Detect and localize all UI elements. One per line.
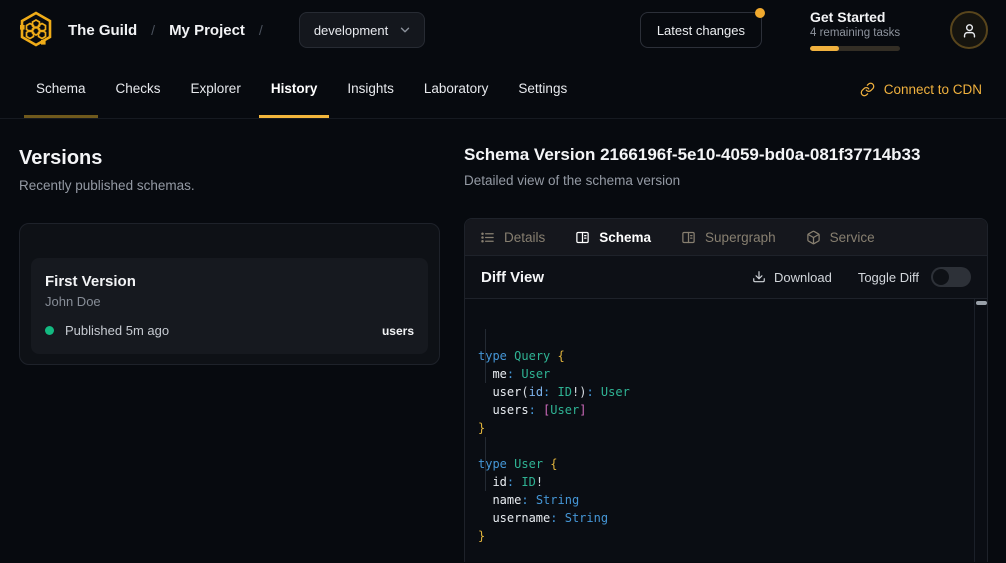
- connect-to-cdn-label: Connect to CDN: [884, 82, 982, 97]
- code-content: type Query { me: User user(id: ID!): Use…: [478, 347, 967, 545]
- indent-guide: [485, 329, 486, 383]
- tab-label: Settings: [518, 81, 567, 96]
- get-started-title: Get Started: [810, 9, 900, 25]
- download-button[interactable]: Download: [752, 270, 832, 285]
- latest-changes-button[interactable]: Latest changes: [640, 12, 762, 48]
- diff-view-title: Diff View: [481, 269, 544, 286]
- connect-to-cdn-button[interactable]: Connect to CDN: [860, 60, 982, 118]
- target-nav-tabs: Schema Checks Explorer History Insights …: [0, 60, 1006, 119]
- diff-actions: Download Toggle Diff: [752, 267, 971, 287]
- download-icon: [752, 270, 766, 284]
- toggle-diff-label: Toggle Diff: [858, 270, 919, 285]
- schema-version-subtitle: Detailed view of the schema version: [464, 173, 988, 188]
- project-breadcrumb[interactable]: My Project: [169, 22, 245, 39]
- indent-guide: [485, 437, 486, 491]
- scrollbar-thumb[interactable]: [976, 301, 987, 305]
- chevron-down-icon: [398, 23, 412, 37]
- tab-label: History: [271, 81, 318, 96]
- link-icon: [860, 82, 875, 97]
- version-status-text: Published 5m ago: [65, 323, 169, 338]
- code-scrollbar[interactable]: [974, 299, 987, 562]
- published-status-dot: [45, 326, 54, 335]
- tab-label: Schema: [599, 230, 651, 245]
- switch-knob: [933, 269, 949, 285]
- breadcrumb-separator: /: [259, 22, 263, 38]
- service-badge: users: [382, 324, 414, 338]
- download-label: Download: [774, 270, 832, 285]
- tab-label: Supergraph: [705, 230, 776, 245]
- diff-view-header: Diff View Download Toggle Diff: [465, 256, 987, 299]
- notification-dot: [755, 8, 765, 18]
- tab-explorer[interactable]: Explorer: [179, 60, 253, 118]
- version-status-row: Published 5m ago users: [45, 323, 414, 338]
- tab-label: Checks: [116, 81, 161, 96]
- list-icon: [480, 230, 495, 245]
- schema-version-title: Schema Version 2166196f-5e10-4059-bd0a-0…: [464, 145, 988, 165]
- get-started-progress-fill: [810, 46, 839, 51]
- tab-service[interactable]: Service: [806, 230, 875, 245]
- latest-changes-label: Latest changes: [657, 23, 745, 38]
- versions-panel: Versions Recently published schemas. Fir…: [0, 119, 464, 562]
- tab-details[interactable]: Details: [480, 230, 545, 245]
- columns-icon: [681, 230, 696, 245]
- guild-logo-icon[interactable]: [16, 9, 56, 52]
- version-list-item[interactable]: First Version John Doe Published 5m ago …: [31, 258, 428, 354]
- get-started-widget[interactable]: Get Started 4 remaining tasks: [810, 9, 900, 51]
- schema-detail-card: Details Schema Supergraph Service Diff V…: [464, 218, 988, 562]
- tab-label: Service: [830, 230, 875, 245]
- toggle-diff-switch[interactable]: [931, 267, 971, 287]
- versions-list-card: First Version John Doe Published 5m ago …: [19, 223, 440, 365]
- tab-history[interactable]: History: [259, 60, 330, 118]
- detail-tabs: Details Schema Supergraph Service: [465, 219, 987, 256]
- tab-supergraph[interactable]: Supergraph: [681, 230, 776, 245]
- main-content: Versions Recently published schemas. Fir…: [0, 119, 1006, 562]
- breadcrumb-separator: /: [151, 22, 155, 38]
- cube-icon: [806, 230, 821, 245]
- get-started-subtitle: 4 remaining tasks: [810, 27, 900, 39]
- columns-icon: [575, 230, 590, 245]
- target-select-value: development: [314, 23, 388, 38]
- tab-schema[interactable]: Schema: [24, 60, 98, 118]
- tab-checks[interactable]: Checks: [104, 60, 173, 118]
- tab-settings[interactable]: Settings: [506, 60, 579, 118]
- versions-subtitle: Recently published schemas.: [19, 178, 440, 193]
- tab-laboratory[interactable]: Laboratory: [412, 60, 501, 118]
- user-avatar[interactable]: [950, 11, 988, 49]
- header-right-group: Latest changes Get Started 4 remaining t…: [640, 9, 988, 51]
- version-title: First Version: [45, 273, 414, 290]
- tab-label: Explorer: [191, 81, 241, 96]
- tab-schema-view[interactable]: Schema: [575, 230, 651, 245]
- app-header: The Guild / My Project / development Lat…: [0, 0, 1006, 60]
- tab-insights[interactable]: Insights: [335, 60, 406, 118]
- target-select-dropdown[interactable]: development: [299, 12, 425, 48]
- version-author: John Doe: [45, 294, 414, 309]
- org-breadcrumb[interactable]: The Guild: [68, 22, 137, 39]
- toggle-diff-control: Toggle Diff: [858, 267, 971, 287]
- user-icon: [961, 22, 978, 39]
- tab-label: Insights: [347, 81, 394, 96]
- schema-sdl-code-viewer[interactable]: type Query { me: User user(id: ID!): Use…: [465, 299, 987, 562]
- versions-title: Versions: [19, 147, 440, 170]
- tab-label: Schema: [36, 81, 86, 96]
- version-detail-panel: Schema Version 2166196f-5e10-4059-bd0a-0…: [464, 119, 1006, 562]
- get-started-progressbar: [810, 46, 900, 51]
- tab-label: Details: [504, 230, 545, 245]
- tab-label: Laboratory: [424, 81, 489, 96]
